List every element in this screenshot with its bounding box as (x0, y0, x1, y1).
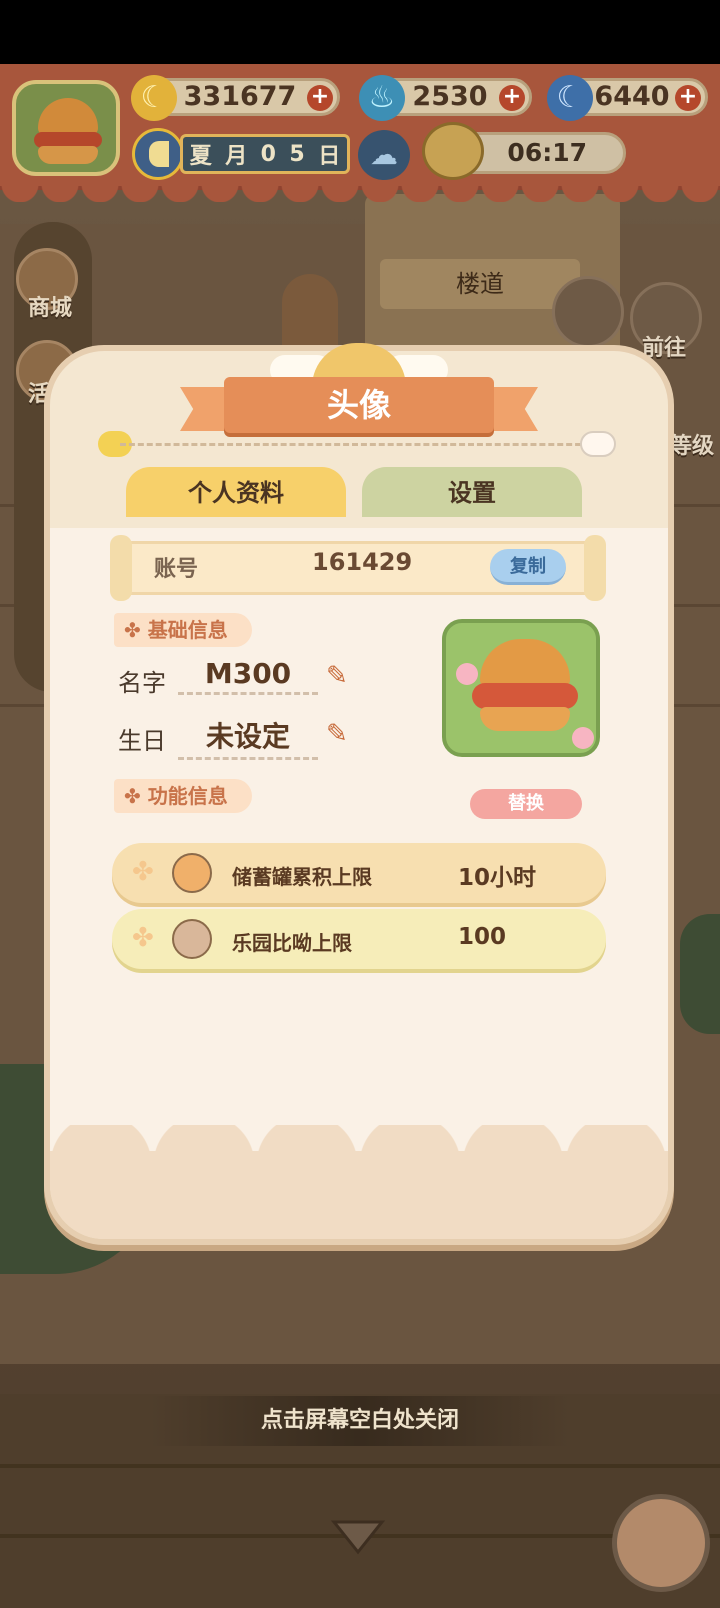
close-hint[interactable]: 点击屏幕空白处关闭 (0, 1402, 720, 1434)
edit-name-pencil-icon[interactable]: ✎ (326, 661, 356, 691)
flower-icon (456, 663, 478, 685)
clover-icon: ✤ (132, 923, 154, 953)
date-day-ones: 5 (289, 141, 305, 167)
feature-row: ✤ 乐园比呦上限 100 (112, 909, 606, 969)
tab-settings[interactable]: 设置 (362, 467, 582, 517)
hallway-sign: 楼道 (380, 259, 580, 309)
feature-name: 储蓄罐累积上限 (232, 865, 372, 889)
birthday-value: 未设定 (178, 715, 318, 760)
copy-button[interactable]: 复制 (490, 549, 566, 585)
feature-value: 100 (458, 924, 507, 950)
date-day-tens: 0 (260, 141, 276, 167)
weather-icon[interactable]: ☁ (358, 130, 410, 180)
birthday-label: 生日 (118, 727, 166, 755)
blue-banana-value: 6440 (594, 81, 670, 112)
feature-info-header: ✤ 功能信息 (114, 779, 252, 813)
feature-row: ✤ 储蓄罐累积上限 10小时 (112, 843, 606, 903)
replace-avatar-button[interactable]: 替换 (470, 789, 582, 819)
clover-icon: ✤ (124, 618, 141, 642)
flame-counter: ♨ 2530 + (359, 75, 532, 121)
floor-line (0, 1464, 720, 1468)
feature-name: 乐园比呦上限 (232, 931, 352, 955)
portrait-patty (472, 683, 578, 709)
background-plant (680, 914, 720, 1034)
feature-info-label: 功能信息 (147, 784, 228, 808)
account-bar-cap (110, 535, 132, 601)
clover-icon: ✤ (124, 784, 141, 808)
monkey-icon (172, 919, 212, 959)
edit-birthday-pencil-icon[interactable]: ✎ (326, 719, 356, 749)
account-label: 账号 (154, 557, 199, 582)
avatar-dialog: 头像 个人资料 设置 账号 161429 复制 ✤ 基础信息 名字 M300 ✎… (44, 343, 674, 1245)
chick-icon (580, 431, 616, 457)
name-label: 名字 (118, 669, 166, 697)
flower-icon (572, 727, 594, 749)
status-bar (0, 0, 720, 64)
portrait-bun-bottom (480, 707, 570, 731)
blue-banana-counter: ☾ 6440 + (547, 75, 708, 121)
down-arrow-icon[interactable] (330, 1518, 386, 1558)
avatar-bun (38, 98, 98, 136)
season-icon (132, 128, 184, 180)
blue-banana-icon: ☾ (547, 75, 593, 121)
date-display: 夏 月 0 5 日 (180, 134, 350, 174)
name-value: M300 (178, 657, 318, 695)
yarn-ball-icon[interactable] (612, 1494, 710, 1592)
boomerang-button[interactable] (552, 276, 624, 348)
flame-value: 2530 (412, 81, 488, 112)
timer-icon[interactable] (422, 122, 484, 180)
account-id: 161429 (312, 548, 413, 576)
level-label: 等级 (670, 434, 715, 459)
piggy-bank-icon (172, 853, 212, 893)
portrait-bun (480, 639, 570, 689)
banana-counter: ☾ 331677 + (131, 75, 340, 121)
wall-lamp (282, 274, 338, 354)
shop-label: 商城 (28, 296, 73, 321)
add-blue-banana-button[interactable]: + (675, 85, 701, 111)
banana-icon: ☾ (131, 75, 177, 121)
feature-value: 10小时 (458, 865, 537, 891)
dashed-divider (120, 443, 590, 446)
date-day-char: 日 (318, 144, 341, 169)
tab-profile[interactable]: 个人资料 (126, 467, 346, 517)
clover-icon: ✤ (132, 857, 154, 887)
basic-info-header: ✤ 基础信息 (114, 613, 252, 647)
add-flame-button[interactable]: + (499, 85, 525, 111)
player-avatar-button[interactable] (12, 80, 120, 176)
dialog-bottom-trim (50, 1125, 668, 1239)
account-bar-cap (584, 535, 606, 601)
date-month-char: 月 (225, 144, 248, 169)
flame-icon: ♨ (359, 75, 405, 121)
add-banana-button[interactable]: + (307, 85, 333, 111)
basic-info-label: 基础信息 (147, 618, 228, 642)
avatar-portrait (442, 619, 600, 757)
date-season: 夏 (189, 144, 212, 169)
banana-value: 331677 (183, 81, 297, 112)
timer-value: 06:17 (507, 138, 587, 167)
avatar-bun-bottom (38, 146, 98, 164)
dialog-title: 头像 (224, 377, 494, 433)
